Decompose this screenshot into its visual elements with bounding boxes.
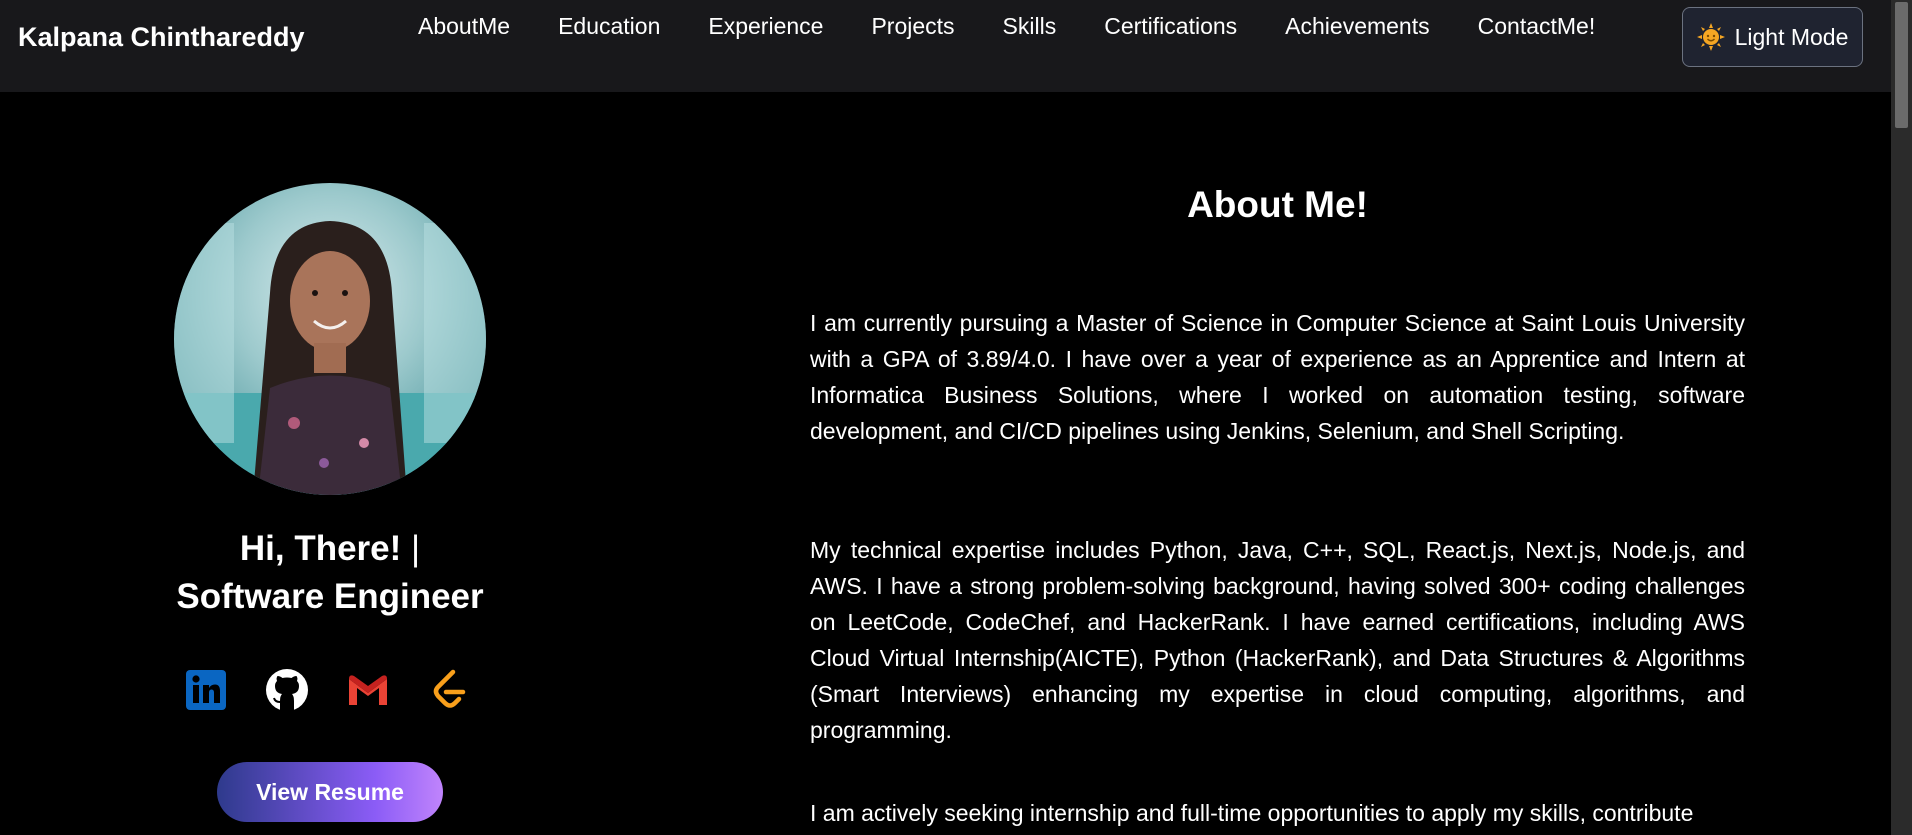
gmail-icon[interactable]	[346, 668, 390, 712]
site-brand[interactable]: Kalpana Chinthareddy	[18, 22, 305, 53]
navbar: Kalpana Chinthareddy AboutMe Education E…	[0, 0, 1891, 92]
theme-toggle-button[interactable]: Light Mode	[1682, 7, 1863, 67]
nav-link-certifications[interactable]: Certifications	[1104, 13, 1237, 40]
nav-link-achievements[interactable]: Achievements	[1285, 13, 1429, 40]
hero-greeting: Hi, There! | Software Engineer	[0, 525, 660, 621]
theme-toggle-label: Light Mode	[1734, 23, 1849, 50]
sun-icon	[1696, 23, 1725, 51]
about-paragraph-1: I am currently pursuing a Master of Scie…	[810, 310, 1745, 444]
leetcode-icon[interactable]	[427, 668, 471, 712]
nav-link-skills[interactable]: Skills	[1003, 13, 1057, 40]
nav-links: AboutMe Education Experience Projects Sk…	[418, 10, 1643, 42]
linkedin-icon[interactable]	[184, 668, 228, 712]
about-paragraph-2: My technical expertise includes Python, …	[810, 537, 1745, 743]
role-title: Software Engineer	[176, 577, 484, 616]
nav-link-experience[interactable]: Experience	[708, 13, 823, 40]
view-resume-button[interactable]: View Resume	[217, 762, 443, 822]
nav-link-projects[interactable]: Projects	[871, 13, 954, 40]
nav-link-aboutme[interactable]: AboutMe	[418, 13, 510, 40]
nav-link-education[interactable]: Education	[558, 13, 660, 40]
github-icon[interactable]	[265, 668, 309, 712]
typing-cursor: |	[411, 529, 421, 568]
about-paragraph-3: I am actively seeking internship and ful…	[810, 800, 1694, 826]
nav-link-contactme[interactable]: ContactMe!	[1478, 13, 1596, 40]
page: Kalpana Chinthareddy AboutMe Education E…	[0, 0, 1912, 835]
profile-photo	[174, 183, 486, 495]
greeting-text: Hi, There!	[239, 529, 402, 568]
scrollbar-thumb[interactable]	[1895, 2, 1908, 128]
page-scrollbar[interactable]	[1891, 0, 1912, 835]
greeting-line: Hi, There! |	[0, 525, 660, 573]
about-title: About Me!	[1187, 184, 1368, 225]
social-links	[184, 668, 508, 712]
